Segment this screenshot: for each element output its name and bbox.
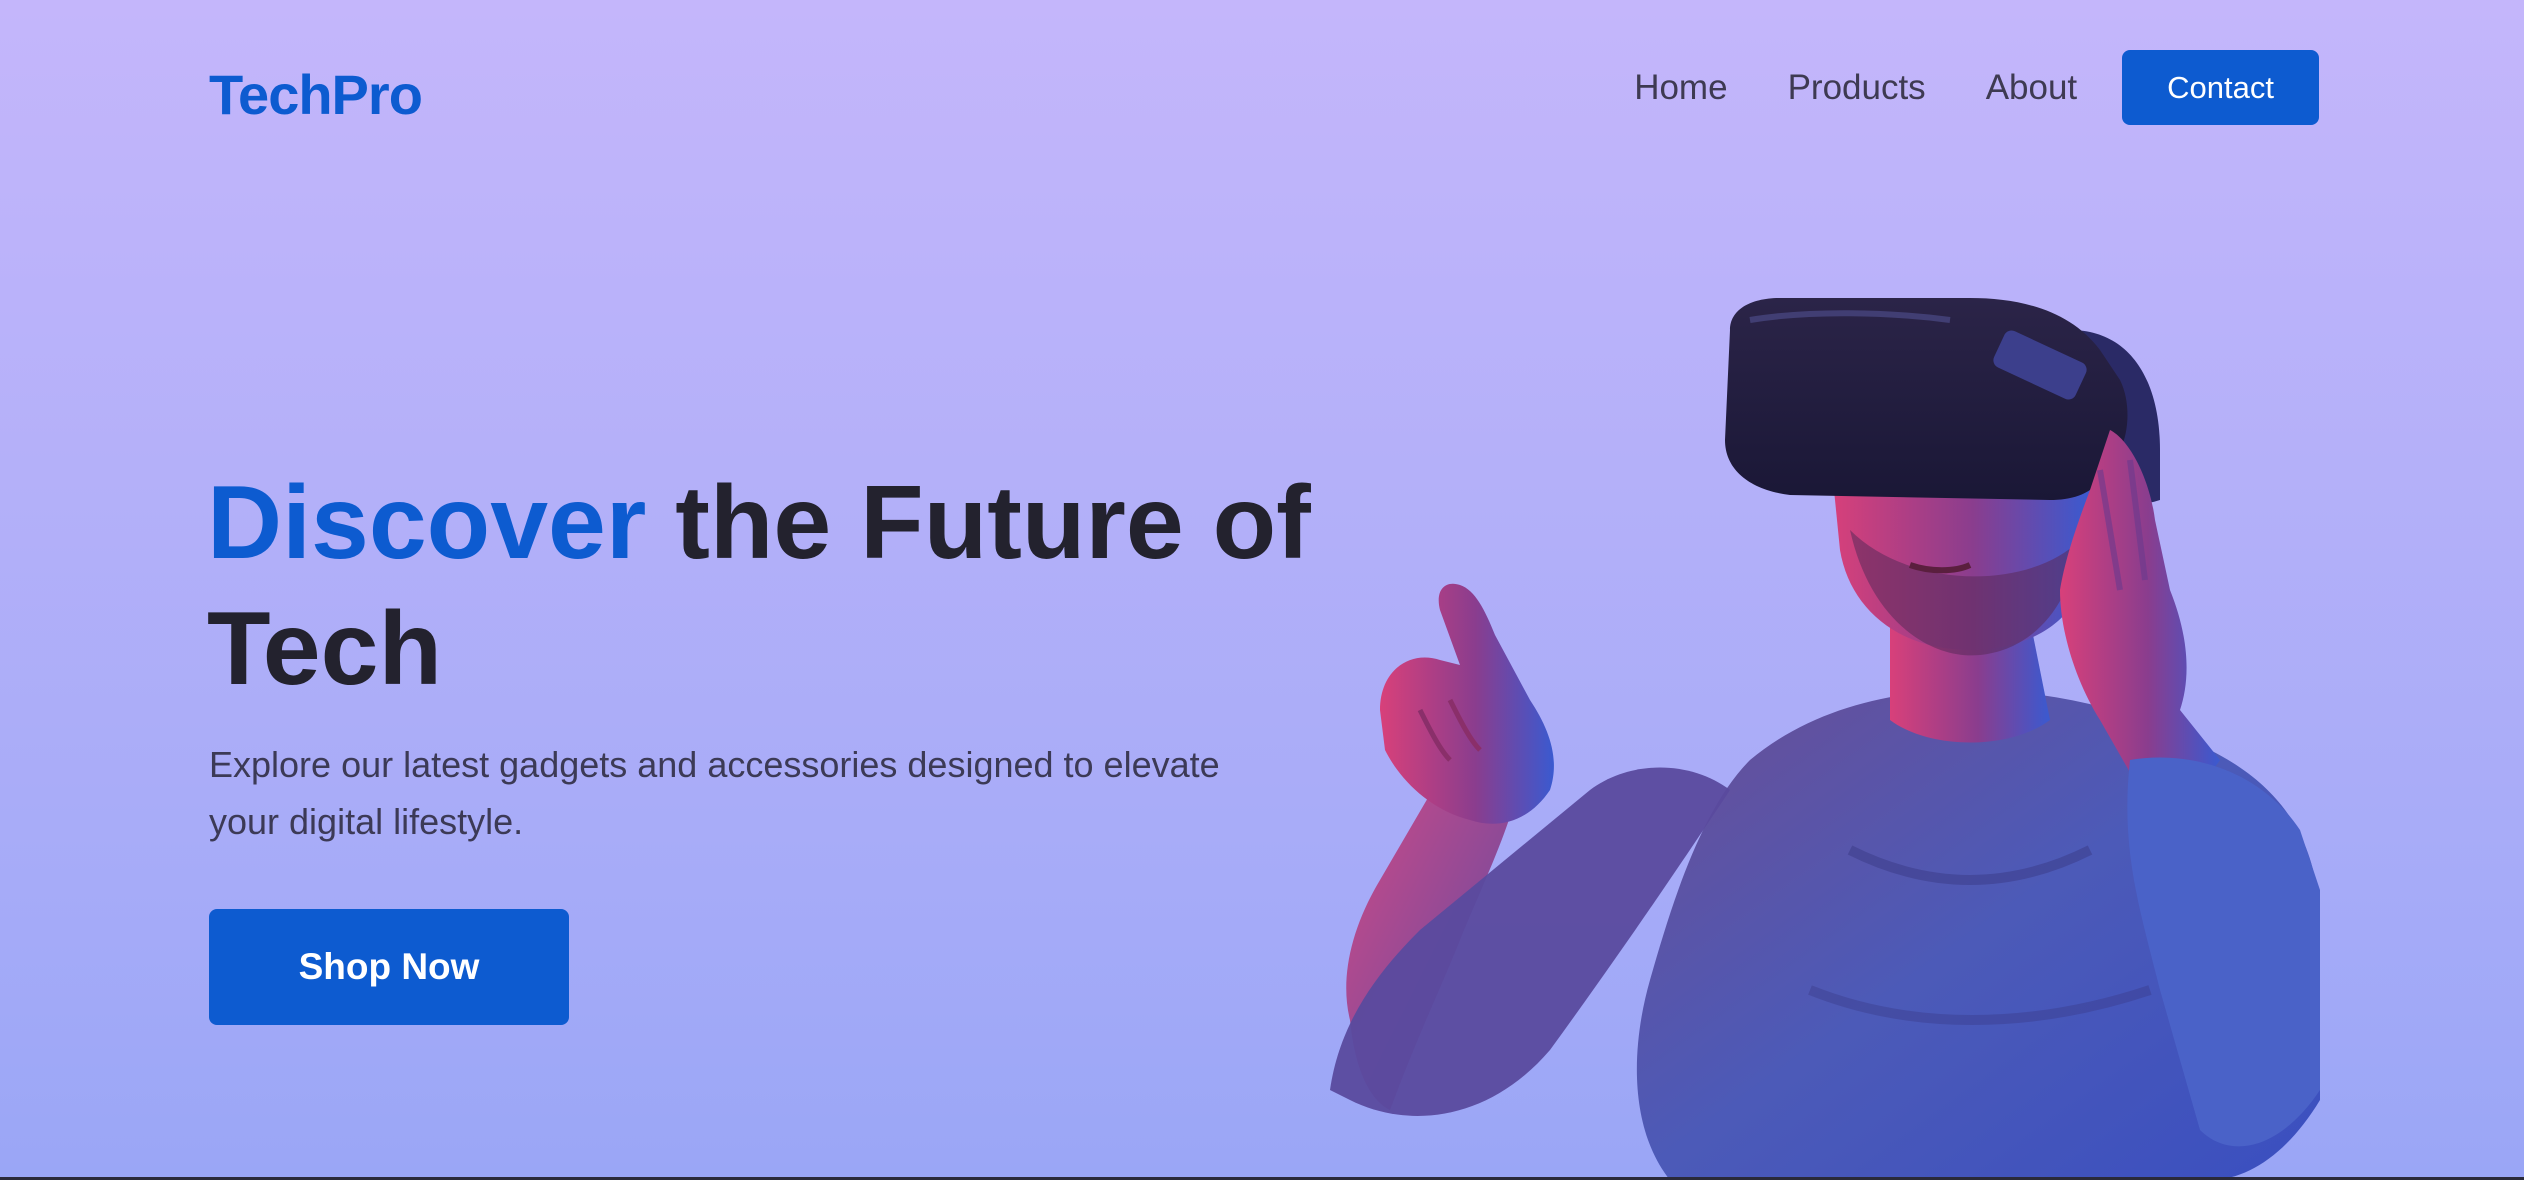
- hero-title-accent: Discover: [207, 465, 647, 581]
- hero-title: Discover the Future of Tech: [207, 460, 1327, 712]
- main-nav: Home Products About Contact: [1634, 50, 2319, 125]
- nav-link-products[interactable]: Products: [1788, 68, 1926, 108]
- nav-link-about[interactable]: About: [1986, 68, 2077, 108]
- contact-button[interactable]: Contact: [2122, 50, 2319, 125]
- vr-person-image: [1330, 298, 2320, 1180]
- shop-now-button[interactable]: Shop Now: [209, 909, 569, 1025]
- hero-subtitle: Explore our latest gadgets and accessori…: [209, 744, 1220, 842]
- brand-logo[interactable]: TechPro: [209, 62, 423, 127]
- nav-link-home[interactable]: Home: [1634, 68, 1727, 108]
